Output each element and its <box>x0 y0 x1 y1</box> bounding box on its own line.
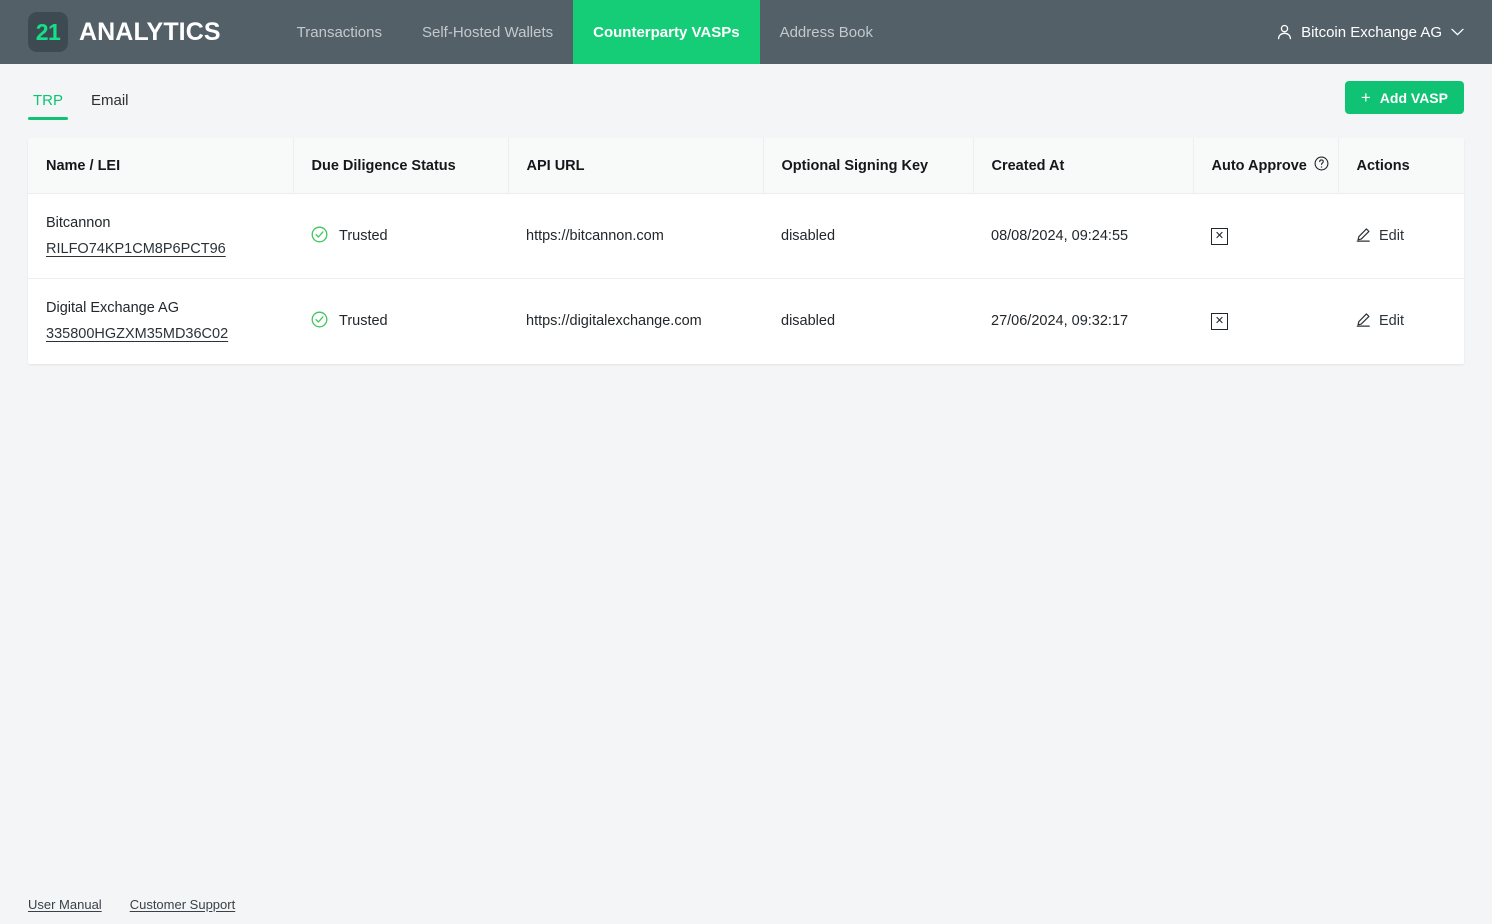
chevron-down-icon <box>1451 28 1464 36</box>
cell-actions: Edit <box>1338 194 1464 279</box>
cell-auto-approve: ✕ <box>1193 194 1338 279</box>
cell-created-at: 08/08/2024, 09:24:55 <box>973 194 1193 279</box>
table-row: Bitcannon RILFO74KP1CM8P6PCT96 Truste <box>28 194 1464 279</box>
cell-name-lei: Digital Exchange AG 335800HGZXM35MD36C02 <box>28 279 293 364</box>
user-icon <box>1277 24 1292 40</box>
tab-trp[interactable]: TRP <box>28 92 68 120</box>
top-navigation-bar: 21 ANALYTICS Transactions Self-Hosted Wa… <box>0 0 1492 64</box>
column-header-due-diligence-label: Due Diligence Status <box>312 158 456 174</box>
brand-name: ANALYTICS <box>79 18 221 47</box>
user-name: Bitcoin Exchange AG <box>1301 24 1442 41</box>
app-page: 21 ANALYTICS Transactions Self-Hosted Wa… <box>0 0 1492 924</box>
question-circle-icon[interactable] <box>1314 156 1329 175</box>
footer: User Manual Customer Support <box>28 897 235 912</box>
table-body: Bitcannon RILFO74KP1CM8P6PCT96 Truste <box>28 194 1464 364</box>
pencil-icon <box>1356 312 1371 331</box>
cell-api-url: https://bitcannon.com <box>508 194 763 279</box>
edit-button[interactable]: Edit <box>1356 312 1404 331</box>
plus-icon: + <box>1361 89 1371 106</box>
cell-due-diligence-status: Trusted <box>293 279 508 364</box>
column-header-created-at: Created At <box>973 138 1193 194</box>
edit-button[interactable]: Edit <box>1356 227 1404 246</box>
column-header-optional-signing-key: Optional Signing Key <box>763 138 973 194</box>
table-header: Name / LEI Due Diligence Status API URL … <box>28 138 1464 194</box>
auto-approve-checkbox[interactable]: ✕ <box>1211 228 1228 245</box>
pencil-icon <box>1356 227 1371 246</box>
column-header-due-diligence-status: Due Diligence Status <box>293 138 508 194</box>
sub-navigation-bar: TRP Email <box>0 64 1492 120</box>
column-header-api-url-label: API URL <box>527 158 585 174</box>
edit-label: Edit <box>1379 228 1404 244</box>
cell-signing-key: disabled <box>763 194 973 279</box>
nav-item-counterparty-vasps[interactable]: Counterparty VASPs <box>573 0 759 64</box>
vasp-lei-link[interactable]: 335800HGZXM35MD36C02 <box>46 326 228 342</box>
check-circle-icon <box>311 311 328 332</box>
add-vasp-button[interactable]: + Add VASP <box>1345 81 1464 114</box>
cell-name-lei: Bitcannon RILFO74KP1CM8P6PCT96 <box>28 194 293 279</box>
cell-auto-approve: ✕ <box>1193 279 1338 364</box>
auto-approve-checkbox[interactable]: ✕ <box>1211 313 1228 330</box>
column-header-actions-label: Actions <box>1357 158 1410 174</box>
column-header-auto-approve-label: Auto Approve <box>1212 158 1307 174</box>
cell-api-url: https://digitalexchange.com <box>508 279 763 364</box>
column-header-auto-approve: Auto Approve <box>1193 138 1338 194</box>
add-vasp-label: Add VASP <box>1380 90 1448 106</box>
cell-actions: Edit <box>1338 279 1464 364</box>
column-header-actions: Actions <box>1338 138 1464 194</box>
main-nav: Transactions Self-Hosted Wallets Counter… <box>277 0 893 64</box>
vasp-lei-link[interactable]: RILFO74KP1CM8P6PCT96 <box>46 241 226 257</box>
user-menu[interactable]: Bitcoin Exchange AG <box>1277 0 1464 64</box>
column-header-created-at-label: Created At <box>992 158 1065 174</box>
check-circle-icon <box>311 226 328 247</box>
nav-item-transactions[interactable]: Transactions <box>277 0 402 64</box>
logo-badge-icon: 21 <box>28 12 68 52</box>
cell-due-diligence-status: Trusted <box>293 194 508 279</box>
vasp-name: Bitcannon <box>46 215 275 231</box>
cell-signing-key: disabled <box>763 279 973 364</box>
tab-email[interactable]: Email <box>86 92 134 120</box>
table-header-row: Name / LEI Due Diligence Status API URL … <box>28 138 1464 194</box>
column-header-name-lei-label: Name / LEI <box>46 158 120 174</box>
vasp-name: Digital Exchange AG <box>46 300 275 316</box>
table-row: Digital Exchange AG 335800HGZXM35MD36C02 <box>28 279 1464 364</box>
column-header-signing-key-label: Optional Signing Key <box>782 158 929 174</box>
column-header-name-lei: Name / LEI <box>28 138 293 194</box>
footer-link-user-manual[interactable]: User Manual <box>28 897 102 912</box>
cell-created-at: 27/06/2024, 09:32:17 <box>973 279 1193 364</box>
vasp-table: Name / LEI Due Diligence Status API URL … <box>28 138 1464 364</box>
edit-label: Edit <box>1379 313 1404 329</box>
column-header-api-url: API URL <box>508 138 763 194</box>
brand-logo-group[interactable]: 21 ANALYTICS <box>0 0 235 64</box>
footer-link-customer-support[interactable]: Customer Support <box>130 897 236 912</box>
vasp-table-card: Name / LEI Due Diligence Status API URL … <box>28 138 1464 364</box>
tab-list: TRP Email <box>28 92 134 120</box>
nav-item-address-book[interactable]: Address Book <box>760 0 893 64</box>
status-badge: Trusted <box>339 313 388 329</box>
status-badge: Trusted <box>339 228 388 244</box>
nav-item-self-hosted-wallets[interactable]: Self-Hosted Wallets <box>402 0 573 64</box>
